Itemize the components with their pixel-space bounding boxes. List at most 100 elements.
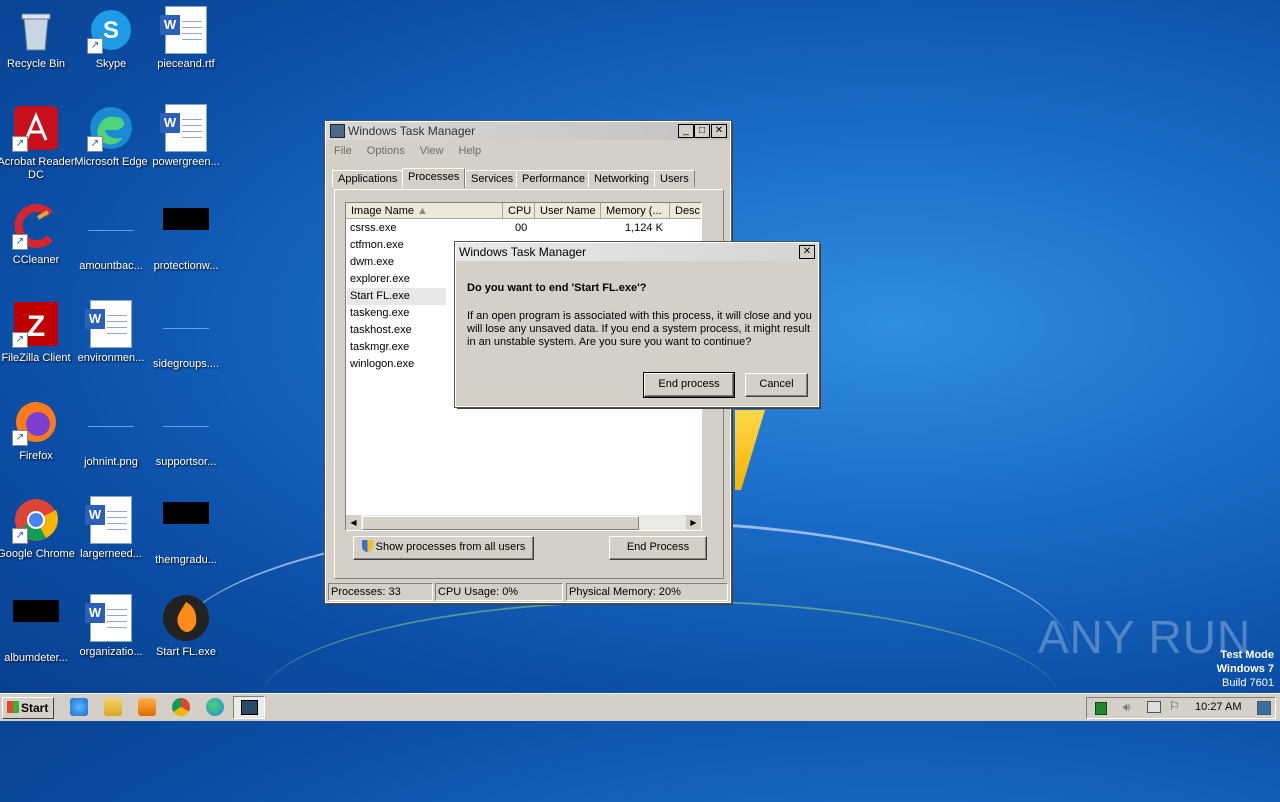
firefox-icon: ↗ [12,398,60,446]
shortcut-arrow-icon: ↗ [12,528,28,544]
end-process-button[interactable]: End Process [609,536,707,560]
shortcut-arrow-icon: ↗ [12,234,28,250]
shortcut-arrow-icon: ↗ [12,332,28,348]
minimize-button[interactable]: _ [678,124,694,138]
tab-users[interactable]: Users [654,170,695,187]
tray-app-icon[interactable] [1095,702,1107,715]
desktop-icon-themgradu[interactable]: themgradu... [138,490,234,567]
show-all-users-button[interactable]: Show processes from all users [353,536,534,560]
tab-networking[interactable]: Networking [588,170,656,187]
dialog-titlebar[interactable]: Windows Task Manager ✕ [456,243,818,261]
scroll-left-icon[interactable]: ◀ [346,515,361,530]
dialog-title: Windows Task Manager [459,245,587,259]
speaker-icon[interactable]: 🔊︎ [1123,700,1131,715]
table-row[interactable]: explorer.exe [350,271,410,288]
recycle-bin-icon [12,6,60,54]
end-process-dialog: Windows Task Manager ✕ Do you want to en… [454,241,820,408]
wallpaper-logo-fragment [735,410,765,490]
menu-view[interactable]: View [414,142,450,160]
desktop-icon-protectionw[interactable]: protectionw... [138,196,234,273]
system-tray: 🔊︎ ⚐ 10:27 AM [1086,697,1276,719]
clock[interactable]: 10:27 AM [1195,701,1241,713]
status-processes: Processes: 33 [328,583,433,601]
acrobat-icon: ↗ [12,104,60,152]
maximize-button[interactable]: □ [694,124,710,138]
desktop-icon-sidegroups[interactable]: sidegroups.... [138,294,234,371]
task-manager-icon [330,124,345,138]
horizontal-scrollbar[interactable]: ◀ ▶ [346,515,701,530]
file-icon [12,600,60,648]
action-center-flag-icon[interactable]: ⚐ [1169,699,1180,713]
cancel-button[interactable]: Cancel [745,373,808,397]
status-bar: Processes: 33 CPU Usage: 0% Physical Mem… [328,583,728,601]
column-cpu[interactable]: CPU [503,203,535,219]
column-image-name[interactable]: Image Name ▲ [346,203,503,219]
shortcut-arrow-icon: ↗ [12,430,28,446]
tab-services[interactable]: Services [465,170,520,187]
windows-logo-icon [7,701,19,713]
status-memory: Physical Memory: 20% [566,583,728,601]
dialog-close-button[interactable]: ✕ [799,245,815,259]
table-row[interactable]: ctfmon.exe [350,237,404,254]
shield-icon [361,540,373,552]
table-row[interactable]: dwm.exe [350,254,394,271]
menu-help[interactable]: Help [453,142,488,160]
file-icon [162,404,210,452]
chrome-taskbar-icon[interactable] [172,698,190,716]
word-document-icon [160,6,210,54]
table-row[interactable]: taskmgr.exe [350,339,409,356]
tab-processes[interactable]: Processes [402,168,466,188]
explorer-folder-icon[interactable] [104,698,122,716]
dialog-question: Do you want to end 'Start FL.exe'? [467,282,647,294]
close-button[interactable]: ✕ [711,124,727,138]
media-player-icon[interactable] [138,698,156,716]
start-button[interactable]: Start [2,697,54,719]
file-icon [87,208,135,256]
internet-explorer-icon[interactable] [70,698,88,716]
end-process-confirm-button[interactable]: End process [643,372,735,398]
network-icon[interactable] [1147,701,1161,713]
status-cpu: CPU Usage: 0% [435,583,563,601]
table-row[interactable]: csrss.exe 00 1,124 K [350,220,695,237]
desktop-icon-pieceand[interactable]: pieceand.rtf [138,0,234,71]
scroll-right-icon[interactable]: ▶ [686,515,701,530]
chrome-icon: ↗ [12,496,60,544]
menu-options[interactable]: Options [361,142,411,160]
column-memory[interactable]: Memory (... [601,203,670,219]
desktop-icon-supportsor[interactable]: supportsor... [138,392,234,469]
shortcut-arrow-icon: ↗ [87,136,103,152]
image-file-icon [87,404,135,452]
table-row-selected[interactable]: Start FL.exe [347,288,446,305]
word-document-icon [85,594,135,642]
show-desktop-icon[interactable] [1257,701,1271,715]
task-manager-taskbar-button[interactable] [233,696,265,719]
shortcut-arrow-icon: ↗ [12,136,28,152]
filezilla-icon: Z ↗ [12,300,60,348]
menu-file[interactable]: File [328,142,358,160]
task-manager-titlebar[interactable]: Windows Task Manager _ □ ✕ [326,122,730,140]
column-user-name[interactable]: User Name [535,203,601,219]
task-manager-title: Windows Task Manager [348,124,476,138]
table-row[interactable]: taskeng.exe [350,305,409,322]
os-version-text: Test Mode Windows 7 Build 7601 [1216,649,1274,689]
file-icon [162,502,210,550]
task-manager-icon [241,700,258,715]
shortcut-arrow-icon: ↗ [87,38,103,54]
fl-studio-icon [162,594,210,642]
table-row[interactable]: winlogon.exe [350,356,414,373]
column-description[interactable]: Desc [670,203,701,219]
tab-applications[interactable]: Applications [332,170,404,187]
tab-performance[interactable]: Performance [516,170,591,187]
edge-taskbar-icon[interactable] [206,698,224,716]
word-document-icon [85,300,135,348]
word-document-icon [85,496,135,544]
ccleaner-icon: ↗ [12,202,60,250]
scroll-thumb[interactable] [362,516,639,530]
desktop-icon-start-fl[interactable]: Start FL.exe [138,588,234,659]
table-row[interactable]: taskhost.exe [350,322,412,339]
svg-text:S: S [103,17,119,44]
taskbar: Start 🔊︎ ⚐ 10:27 AM [0,693,1280,721]
edge-icon: ↗ [87,104,135,152]
desktop-icon-powergreen[interactable]: powergreen... [138,98,234,169]
word-document-icon [160,104,210,152]
